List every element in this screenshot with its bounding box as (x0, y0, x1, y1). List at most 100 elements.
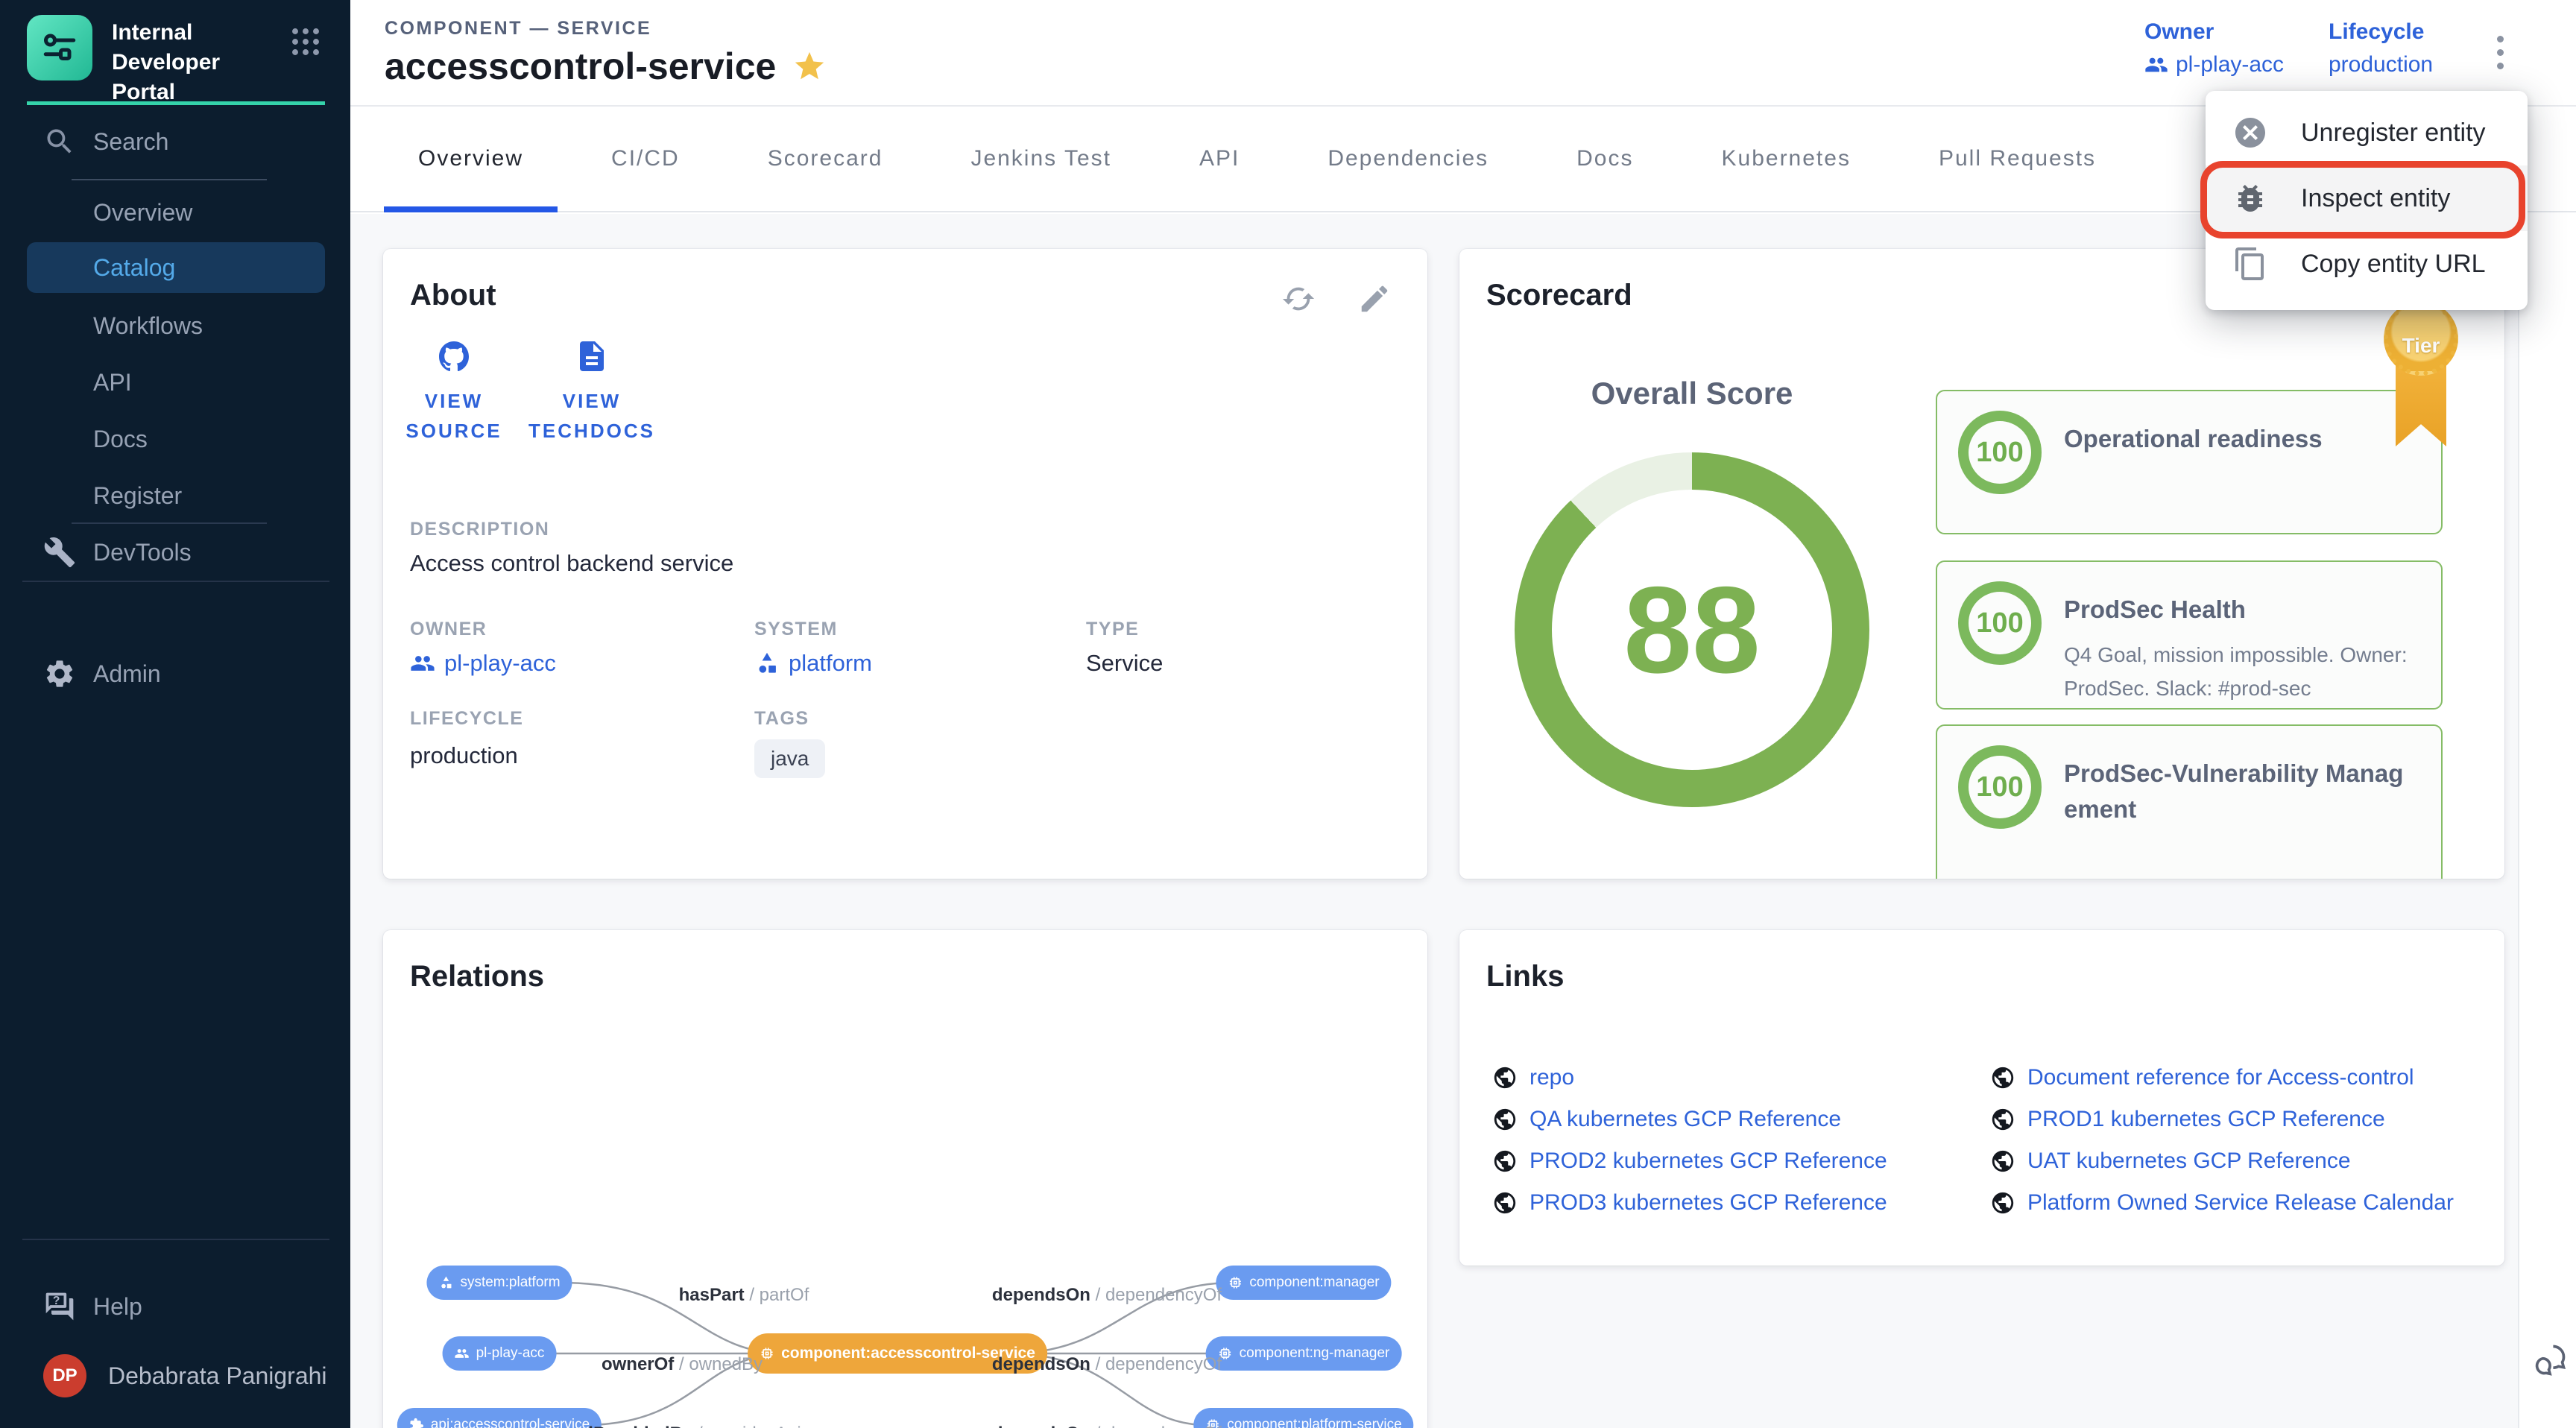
link-prod1-kubernetes[interactable]: PROD1 kubernetes GCP Reference (1990, 1108, 2454, 1131)
link-repo[interactable]: repo (1492, 1067, 1887, 1089)
link-label: Document reference for Access-control (2027, 1065, 2414, 1090)
system-icon (438, 1275, 453, 1290)
tab-kubernetes[interactable]: Kubernetes (1688, 107, 1885, 211)
globe-icon (1492, 1065, 1518, 1090)
refresh-icon[interactable] (1281, 282, 1316, 316)
link-label: QA kubernetes GCP Reference (1530, 1107, 1841, 1132)
view-source-button[interactable]: VIEW SOURCE (405, 338, 502, 446)
owner-link[interactable]: pl-play-acc (2144, 52, 2284, 78)
favorite-star-icon[interactable] (792, 49, 827, 83)
relation-node-component-platform-service[interactable]: component:platform-service (1193, 1408, 1413, 1428)
link-label: UAT kubernetes GCP Reference (2027, 1149, 2351, 1174)
owner-label: Owner (2144, 19, 2284, 45)
gear-icon (43, 657, 76, 690)
link-doc-reference[interactable]: Document reference for Access-control (1990, 1067, 2454, 1089)
scorecard-title: Scorecard (1486, 279, 1632, 312)
brand-title: Internal Developer Portal (112, 15, 285, 107)
score-text: ProdSec Health Q4 Goal, mission impossib… (2064, 581, 2414, 689)
bug-icon (2232, 180, 2268, 216)
tab-label: Scorecard (768, 146, 883, 171)
owner-field-link[interactable]: pl-play-acc (410, 650, 556, 677)
tab-overview[interactable]: Overview (384, 107, 558, 211)
menu-item-inspect-entity[interactable]: Inspect entity (2206, 165, 2528, 231)
sidebar-item-catalog[interactable]: Catalog (27, 242, 325, 293)
sidebar-item-workflows[interactable]: Workflows (0, 308, 350, 344)
tab-scorecard[interactable]: Scorecard (733, 107, 918, 211)
link-label: PROD1 kubernetes GCP Reference (2027, 1107, 2385, 1132)
sidebar-item-overview[interactable]: Overview (0, 195, 350, 230)
link-prod2-kubernetes[interactable]: PROD2 kubernetes GCP Reference (1492, 1150, 1887, 1172)
view-techdocs-button[interactable]: VIEW TECHDOCS (525, 338, 659, 446)
description-label: DESCRIPTION (410, 519, 549, 540)
tab-cicd[interactable]: CI/CD (577, 107, 714, 211)
sidebar-item-devtools[interactable]: DevTools (0, 534, 350, 570)
sidebar-search[interactable]: Search (0, 124, 350, 159)
menu-item-copy-entity-url[interactable]: Copy entity URL (2206, 231, 2528, 297)
group-icon (2144, 53, 2168, 77)
sidebar-item-label: Workflows (93, 312, 203, 340)
relation-node-component-ng-manager[interactable]: component:ng-manager (1206, 1336, 1402, 1371)
sidebar-item-docs[interactable]: Docs (0, 421, 350, 457)
apps-grid-icon[interactable] (285, 21, 326, 63)
copy-icon (2232, 246, 2268, 282)
link-label: PROD2 kubernetes GCP Reference (1530, 1149, 1887, 1174)
score-item: 100 ProdSec Health Q4 Goal, mission impo… (1936, 560, 2443, 710)
active-tab-indicator (384, 206, 558, 212)
relation-node-system-platform[interactable]: system:platform (426, 1266, 572, 1300)
sidebar-item-label: API (93, 369, 132, 397)
tab-pull-requests[interactable]: Pull Requests (1904, 107, 2130, 211)
edit-pencil-icon[interactable] (1357, 282, 1392, 316)
link-qa-kubernetes[interactable]: QA kubernetes GCP Reference (1492, 1108, 1887, 1131)
menu-item-label: Copy entity URL (2301, 250, 2486, 279)
link-label: Platform Owned Service Release Calendar (2027, 1190, 2454, 1216)
sidebar-item-label: Register (93, 482, 182, 510)
view-source-label: VIEW (425, 386, 483, 416)
tags-field-label: TAGS (754, 708, 809, 730)
menu-item-label: Inspect entity (2301, 184, 2450, 213)
sidebar-item-api[interactable]: API (0, 364, 350, 400)
node-label: component:ng-manager (1240, 1345, 1390, 1362)
more-options-kebab-icon[interactable] (2479, 24, 2521, 80)
app-logo-icon (27, 15, 92, 80)
tab-dependencies[interactable]: Dependencies (1293, 107, 1523, 211)
link-label: PROD3 kubernetes GCP Reference (1530, 1190, 1887, 1216)
sidebar-item-label: Admin (93, 660, 161, 688)
entity-context-menu: Unregister entity Inspect entity Copy en… (2206, 91, 2528, 310)
relation-node-component-manager[interactable]: component:manager (1216, 1266, 1391, 1300)
relation-node-pl-play-acc[interactable]: pl-play-acc (443, 1336, 557, 1371)
system-field-label: SYSTEM (754, 619, 838, 640)
sidebar-item-admin[interactable]: Admin (0, 656, 350, 692)
globe-icon (1990, 1065, 2015, 1090)
tag-chip[interactable]: java (754, 739, 825, 778)
score-item-title: ProdSec Health (2064, 592, 2407, 628)
sidebar-divider (72, 522, 267, 524)
chat-bubbles-icon[interactable] (2530, 1342, 2569, 1380)
link-release-calendar[interactable]: Platform Owned Service Release Calendar (1990, 1192, 2454, 1214)
sidebar-user[interactable]: DP Debabrata Panigrahi (0, 1358, 350, 1394)
sidebar-item-register[interactable]: Register (0, 478, 350, 514)
search-underline (72, 179, 267, 180)
edge-label-haspart: hasPart / partOf (679, 1285, 809, 1306)
link-uat-kubernetes[interactable]: UAT kubernetes GCP Reference (1990, 1150, 2454, 1172)
tab-jenkins-test[interactable]: Jenkins Test (936, 107, 1146, 211)
node-label: api:accesscontrol-service (431, 1417, 590, 1428)
relations-card: Relations system:platform pl-play-acc (383, 930, 1427, 1428)
system-icon (754, 651, 780, 676)
menu-item-label: Unregister entity (2301, 119, 2486, 148)
tab-api[interactable]: API (1165, 107, 1274, 211)
menu-item-unregister-entity[interactable]: Unregister entity (2206, 100, 2528, 165)
sidebar-item-label: Catalog (93, 254, 175, 282)
lifecycle-field-value: production (410, 742, 518, 769)
link-prod3-kubernetes[interactable]: PROD3 kubernetes GCP Reference (1492, 1192, 1887, 1214)
lifecycle-field-label: LIFECYCLE (410, 708, 523, 730)
tab-label: Kubernetes (1722, 146, 1851, 171)
sidebar-divider (22, 581, 329, 582)
sidebar-item-label: Docs (93, 426, 148, 453)
tab-docs[interactable]: Docs (1542, 107, 1667, 211)
sidebar-item-help[interactable]: ? Help (0, 1289, 350, 1324)
help-chat-icon: ? (43, 1290, 76, 1323)
system-field-link[interactable]: platform (754, 650, 872, 677)
api-puzzle-icon (409, 1418, 424, 1428)
ribbon-label: Tier (2402, 334, 2440, 358)
score-item-description: Q4 Goal, mission impossible. Owner: Prod… (2064, 638, 2414, 705)
